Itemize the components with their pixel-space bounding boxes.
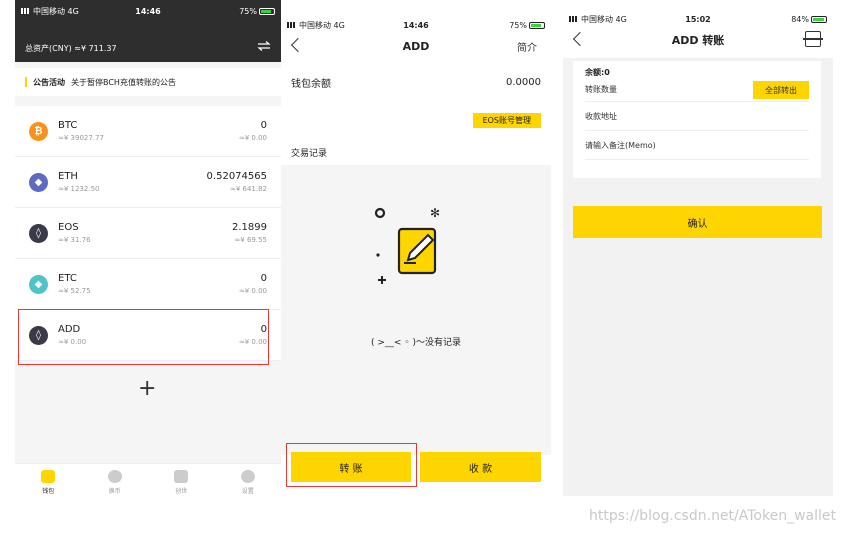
wallet-icon: [41, 469, 56, 483]
transfer-button[interactable]: 转 账: [291, 452, 411, 482]
balance-value: 0.0000: [506, 76, 541, 88]
add-coin-icon: ◊: [29, 325, 48, 345]
transfer-screen: 中国移动 4G 15:02 84% ADD 转账 余额:0 转账数量 全部转出 …: [563, 0, 833, 496]
swap-currency-icon[interactable]: [257, 41, 271, 51]
page-title: ADD: [402, 39, 430, 53]
transfer-all-button[interactable]: 全部转出: [753, 81, 809, 99]
coin-value: ≈¥ 69.55: [234, 236, 267, 244]
battery-icon: [529, 21, 545, 29]
coin-name: ADD: [58, 324, 81, 335]
bitcoin-icon: ₿: [29, 121, 48, 141]
back-icon[interactable]: [290, 37, 306, 53]
balance-label: 钱包余额: [291, 78, 331, 90]
coin-name: BTC: [58, 120, 78, 131]
empty-records-icon: ✻: [374, 207, 440, 284]
total-assets: 总资产(CNY) ≈¥ 711.37: [25, 44, 117, 53]
coin-value: ≈¥ 641.82: [229, 185, 267, 193]
status-battery: 84%: [791, 15, 827, 24]
tab-settings[interactable]: 设置: [240, 469, 255, 495]
announcement-accent: [25, 77, 27, 87]
signal-icon: [287, 22, 297, 28]
status-battery: 75%: [239, 7, 275, 16]
add-asset-button[interactable]: +: [138, 376, 156, 401]
etc-icon: ◆: [29, 274, 48, 294]
status-bar: 中国移动 4G 14:46 75%: [15, 0, 281, 22]
gear-icon: [240, 469, 255, 483]
nav-bar: ADD 简介: [281, 34, 551, 58]
announcement-bar[interactable]: 公告活动 关于暂停BCH充值转账的公告: [15, 68, 281, 96]
coin-detail-screen: 中国移动 4G 14:46 75% ADD 简介 钱包余额 0.0000 EOS…: [281, 0, 551, 500]
battery-icon: [259, 7, 275, 15]
memo-field[interactable]: 请输入备注(Memo): [585, 131, 809, 160]
coin-amount: 0: [260, 120, 267, 131]
coin-row-eos[interactable]: ◊ EOS ≈¥ 31.76 2.1899 ≈¥ 69.55: [15, 208, 281, 259]
bottom-tab-bar: 钱包 换币 创世 设置: [15, 463, 281, 500]
empty-message: ( >__< ◦ )～没有记录: [371, 338, 461, 348]
coin-row-btc[interactable]: ₿ BTC ≈¥ 39027.77 0 ≈¥ 0.00: [15, 106, 281, 157]
tab-wallet[interactable]: 钱包: [41, 469, 56, 495]
coin-amount: 0: [260, 273, 267, 284]
status-carrier: 中国移动 4G: [287, 20, 345, 31]
status-time: 14:46: [403, 20, 429, 30]
coin-row-add[interactable]: ◊ ADD ≈¥ 0.00 0 ≈¥ 0.00: [15, 310, 281, 361]
coin-amount: 0.52074565: [206, 171, 267, 182]
coin-price: ≈¥ 1232.50: [58, 185, 100, 193]
memo-placeholder: 请输入备注(Memo): [585, 140, 656, 150]
coin-row-etc[interactable]: ◆ ETC ≈¥ 52.75 0 ≈¥ 0.00: [15, 259, 281, 310]
coin-price: ≈¥ 31.76: [58, 236, 91, 244]
coin-price: ≈¥ 52.75: [58, 287, 91, 295]
status-bar: 中国移动 4G 14:46 75%: [281, 14, 551, 36]
coin-name: EOS: [58, 222, 79, 233]
coin-price: ≈¥ 39027.77: [58, 134, 104, 142]
coin-amount: 2.1899: [232, 222, 267, 233]
coin-value: ≈¥ 0.00: [238, 338, 267, 346]
amount-placeholder: 转账数量: [585, 85, 617, 94]
transfer-form: 余额:0 转账数量 全部转出 收款地址 请输入备注(Memo): [573, 61, 821, 178]
coin-amount: 0: [260, 324, 267, 335]
eos-account-button[interactable]: EOS账号管理: [472, 113, 541, 128]
address-field[interactable]: 收款地址: [585, 102, 809, 131]
coin-value: ≈¥ 0.00: [238, 134, 267, 142]
tab-exchange[interactable]: 换币: [107, 469, 122, 495]
cube-icon: [174, 469, 189, 483]
status-battery: 75%: [509, 21, 545, 30]
coin-price: ≈¥ 0.00: [58, 338, 87, 346]
announcement-title: 公告活动: [33, 77, 65, 87]
coin-value: ≈¥ 0.00: [238, 287, 267, 295]
coin-list: ₿ BTC ≈¥ 39027.77 0 ≈¥ 0.00 ◆ ETH ≈¥ 1232.5…: [15, 106, 281, 361]
svg-text:✻: ✻: [430, 207, 440, 220]
status-carrier: 中国移动 4G: [21, 6, 79, 17]
watermark: https://blog.csdn.net/AToken_wallet: [589, 508, 836, 524]
wallet-header: 中国移动 4G 14:46 75% 总资产(CNY) ≈¥ 711.37: [15, 0, 281, 62]
page-title: ADD 转账: [671, 34, 725, 47]
signal-icon: [569, 16, 579, 22]
coin-row-eth[interactable]: ◆ ETH ≈¥ 1232.50 0.52074565 ≈¥ 641.82: [15, 157, 281, 208]
intro-link[interactable]: 简介: [517, 39, 537, 54]
records-label: 交易记录: [291, 149, 328, 159]
receive-button[interactable]: 收 款: [420, 452, 541, 482]
confirm-button[interactable]: 确认: [573, 206, 822, 238]
status-carrier: 中国移动 4G: [569, 14, 627, 25]
nav-bar: ADD 转账: [563, 29, 833, 51]
amount-field[interactable]: 转账数量 全部转出: [585, 78, 809, 102]
balance-row: 钱包余额 0.0000: [291, 70, 541, 94]
battery-icon: [811, 15, 827, 23]
coin-name: ETC: [58, 273, 77, 284]
exchange-icon: [107, 469, 122, 483]
ethereum-icon: ◆: [29, 172, 48, 192]
status-bar: 中国移动 4G 15:02 84%: [563, 8, 833, 30]
tab-genesis[interactable]: 创世: [174, 469, 189, 495]
eos-icon: ◊: [29, 223, 48, 243]
header: 中国移动 4G 15:02 84% ADD 转账: [563, 0, 833, 58]
scan-qr-icon[interactable]: [803, 31, 823, 47]
status-time: 14:46: [135, 6, 161, 16]
address-placeholder: 收款地址: [585, 111, 617, 121]
back-icon[interactable]: [572, 31, 588, 47]
announcement-text: 关于暂停BCH充值转账的公告: [71, 77, 176, 87]
status-time: 15:02: [685, 14, 711, 24]
coin-name: ETH: [58, 171, 78, 182]
wallet-screen: 中国移动 4G 14:46 75% 总资产(CNY) ≈¥ 711.37 公告活…: [15, 0, 281, 500]
signal-icon: [21, 8, 31, 14]
balance-label: 余额:0: [585, 68, 610, 77]
